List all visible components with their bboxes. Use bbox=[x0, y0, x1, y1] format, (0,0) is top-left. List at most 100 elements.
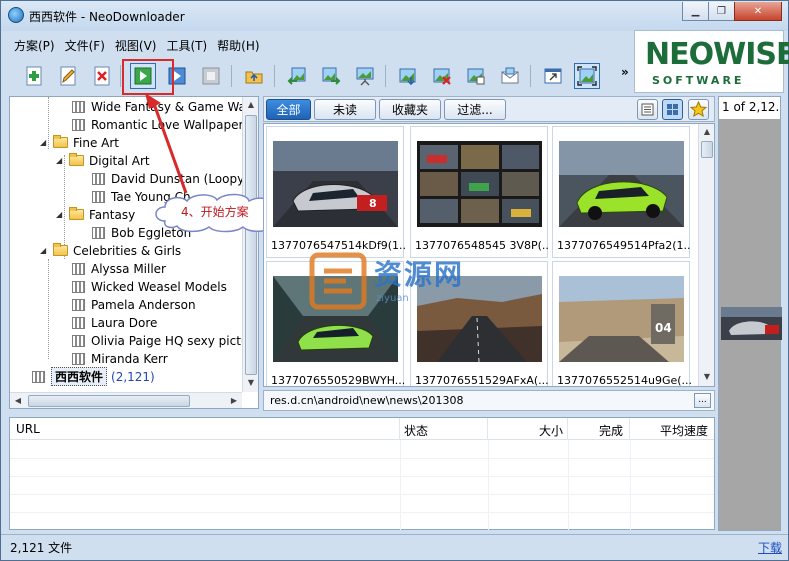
thumbnail-item[interactable]: 1377076551529AFxA(... bbox=[410, 261, 549, 386]
stop-button[interactable] bbox=[198, 63, 224, 89]
column-divider bbox=[568, 440, 569, 530]
column-divider bbox=[630, 440, 631, 530]
plan-icon bbox=[72, 298, 85, 311]
resume-button[interactable] bbox=[164, 63, 190, 89]
export-button[interactable] bbox=[318, 63, 344, 89]
play-blue-icon bbox=[168, 67, 186, 85]
logo-main-text: NEOWISE bbox=[645, 37, 789, 72]
status-download-link[interactable]: 下载 bbox=[758, 539, 782, 556]
maximize-button[interactable]: ❐ bbox=[708, 2, 735, 21]
plan-icon bbox=[72, 352, 85, 365]
window-button[interactable] bbox=[540, 63, 566, 89]
tree-horizontal-scrollbar[interactable]: ◀ ▶ bbox=[10, 392, 242, 408]
tree-item-label: Celebrities & Girls bbox=[73, 243, 182, 258]
thumbnail-item[interactable]: 1377076550529BWYH... bbox=[266, 261, 405, 386]
scroll-down-arrow-icon[interactable]: ▼ bbox=[699, 369, 714, 385]
fullscreen-button[interactable] bbox=[574, 63, 600, 89]
plan-icon bbox=[72, 280, 85, 293]
thumbnail-item[interactable]: 04 1377076552514u9Ge(... bbox=[552, 261, 691, 386]
thumbnail-view-button[interactable] bbox=[662, 99, 683, 120]
delete-image-button[interactable] bbox=[429, 63, 455, 89]
app-icon[interactable] bbox=[8, 7, 24, 23]
plan-icon bbox=[72, 334, 85, 347]
import-button[interactable] bbox=[284, 63, 310, 89]
new-project-button[interactable] bbox=[21, 63, 47, 89]
path-browse-button[interactable]: ... bbox=[694, 393, 711, 408]
scroll-thumb[interactable] bbox=[245, 115, 257, 375]
minimize-button[interactable]: ▁ bbox=[682, 2, 709, 21]
row-divider bbox=[10, 476, 714, 477]
plan-icon bbox=[32, 370, 45, 383]
list-view-button[interactable] bbox=[637, 99, 658, 120]
fullscreen-icon bbox=[577, 66, 597, 86]
thumbnail-item[interactable]: 1377076548545 3V8P(... bbox=[410, 126, 549, 258]
plan-icon bbox=[72, 118, 85, 131]
favorite-star-button[interactable] bbox=[688, 99, 709, 120]
filter-all-button[interactable]: 全部 bbox=[266, 99, 311, 120]
filter-favorites-button[interactable]: 收藏夹 bbox=[379, 99, 441, 120]
slideshow-button[interactable] bbox=[352, 63, 378, 89]
expander-icon[interactable]: ◢ bbox=[40, 246, 48, 255]
thumbnail-image bbox=[273, 276, 398, 362]
scroll-right-arrow-icon[interactable]: ▶ bbox=[226, 393, 242, 408]
scroll-thumb[interactable] bbox=[28, 395, 190, 407]
tree-item[interactable]: Laura Dore bbox=[72, 314, 157, 331]
column-avg-speed[interactable]: 平均速度 bbox=[630, 418, 714, 440]
start-project-button[interactable] bbox=[130, 63, 156, 89]
thumbnail-item[interactable]: 8 1377076547514kDf9(1... bbox=[266, 126, 405, 258]
preview-thumbnail[interactable] bbox=[721, 307, 782, 340]
status-bar: 2,121 文件 下载 bbox=[1, 534, 788, 560]
tree-item[interactable]: ◢ Fantasy bbox=[56, 206, 135, 223]
tree-item[interactable]: Olivia Paige HQ sexy picture bbox=[72, 332, 258, 349]
column-divider bbox=[400, 440, 401, 530]
toolbar-overflow-chevron[interactable]: » bbox=[621, 65, 629, 79]
expander-icon[interactable]: ◢ bbox=[56, 210, 64, 219]
tree-item[interactable]: ◢ Digital Art bbox=[56, 152, 150, 169]
row-divider bbox=[10, 512, 714, 513]
scroll-thumb[interactable] bbox=[701, 141, 713, 158]
image-properties-button[interactable] bbox=[463, 63, 489, 89]
tree-item[interactable]: Alyssa Miller bbox=[72, 260, 166, 277]
tree-item[interactable]: Pamela Anderson bbox=[72, 296, 196, 313]
tree-item[interactable]: Miranda Kerr bbox=[72, 350, 168, 367]
tree-item[interactable]: ◢ Fine Art bbox=[40, 134, 119, 151]
edit-project-button[interactable] bbox=[55, 63, 81, 89]
column-complete[interactable]: 完成 bbox=[568, 418, 630, 440]
menu-file[interactable]: 文件(F) bbox=[60, 35, 110, 55]
email-button[interactable] bbox=[497, 63, 523, 89]
scroll-down-arrow-icon[interactable]: ▼ bbox=[243, 375, 258, 391]
expander-icon[interactable]: ◢ bbox=[40, 138, 48, 147]
star-icon bbox=[689, 100, 708, 118]
tree-item[interactable]: ◢ Celebrities & Girls bbox=[40, 242, 181, 259]
column-size[interactable]: 大小 bbox=[488, 418, 568, 440]
annotation-arrow bbox=[145, 93, 188, 194]
column-url[interactable]: URL bbox=[10, 418, 400, 440]
scroll-up-arrow-icon[interactable]: ▲ bbox=[699, 124, 714, 140]
delete-project-button[interactable] bbox=[89, 63, 115, 89]
menu-help[interactable]: 帮助(H) bbox=[212, 35, 264, 55]
row-divider bbox=[10, 494, 714, 495]
image-arrow-left-icon bbox=[287, 67, 306, 85]
open-folder-button[interactable] bbox=[241, 63, 267, 89]
thumbnail-item[interactable]: 1377076549514Pfa2(1... bbox=[552, 126, 691, 258]
save-image-button[interactable] bbox=[395, 63, 421, 89]
tree-item[interactable]: Wicked Weasel Models bbox=[72, 278, 227, 295]
tree-root-count: (2,121) bbox=[111, 369, 155, 384]
menu-tools[interactable]: 工具(T) bbox=[161, 35, 212, 55]
scroll-left-arrow-icon[interactable]: ◀ bbox=[10, 393, 26, 408]
expander-icon[interactable]: ◢ bbox=[56, 156, 64, 165]
thumbnail-image bbox=[417, 276, 542, 362]
menu-project[interactable]: 方案(P) bbox=[9, 35, 60, 55]
toolbar: » bbox=[9, 59, 631, 93]
close-button[interactable]: ✕ bbox=[734, 2, 782, 21]
menu-view[interactable]: 视图(V) bbox=[110, 35, 162, 55]
filter-unread-button[interactable]: 未读 bbox=[314, 99, 376, 120]
preview-strip: 1 of 2,12... bbox=[718, 96, 782, 531]
tree-vertical-scrollbar[interactable]: ▲ ▼ bbox=[242, 97, 258, 392]
thumbnail-vertical-scrollbar[interactable]: ▲ ▼ bbox=[698, 124, 714, 386]
tree-root[interactable]: 西西软件 (2,121) bbox=[32, 367, 155, 386]
download-table-header: URL 状态 大小 完成 平均速度 bbox=[10, 418, 714, 440]
column-status[interactable]: 状态 bbox=[400, 418, 488, 440]
filter-custom-button[interactable]: 过滤... bbox=[444, 99, 506, 120]
scroll-up-arrow-icon[interactable]: ▲ bbox=[243, 97, 258, 113]
